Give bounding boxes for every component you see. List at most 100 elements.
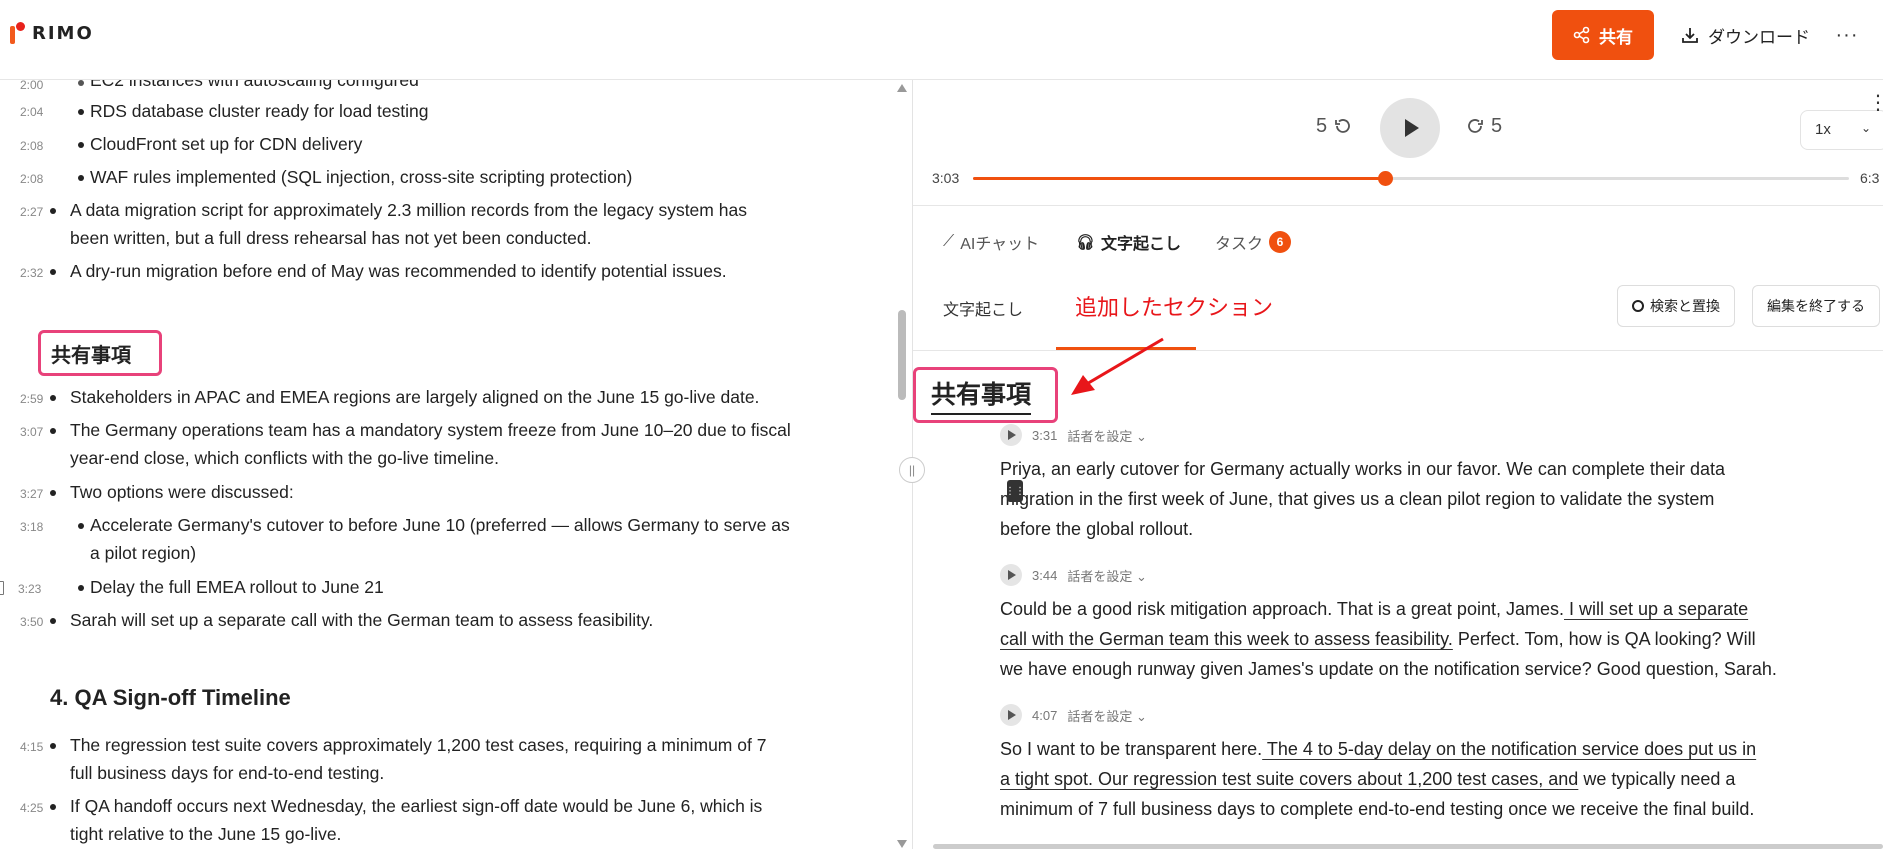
segment-line: migration in the first week of June, tha… xyxy=(1000,489,1715,509)
list-item[interactable]: The regression test suite covers approxi… xyxy=(70,732,766,759)
timestamp[interactable]: 4:25 xyxy=(20,801,43,815)
segment-text-run: we typically need a xyxy=(1578,769,1736,789)
speed-value: 1x xyxy=(1815,121,1831,138)
trash-icon[interactable] xyxy=(0,581,4,595)
scroll-up-icon[interactable] xyxy=(897,84,907,92)
logo-text: RIMO xyxy=(32,22,94,44)
segment-header: 3:44 話者を設定 ⌄ xyxy=(1000,563,1147,587)
tab-bar: ⟋ AIチャット 🎧︎ 文字起こし タスク 6 xyxy=(913,205,1883,351)
tasks-count-badge: 6 xyxy=(1269,231,1292,253)
list-item-continued[interactable]: tight relative to the June 15 go-live. xyxy=(70,821,341,848)
skip-forward-button[interactable]: 5 xyxy=(1465,115,1502,138)
bullet xyxy=(78,175,84,181)
forward-icon xyxy=(1468,118,1483,133)
list-item[interactable]: Accelerate Germany's cutover to before J… xyxy=(90,512,790,539)
share-button[interactable]: 共有 xyxy=(1552,10,1654,60)
timestamp[interactable]: 2:32 xyxy=(20,266,43,280)
transcript-section-heading[interactable]: 共有事項 xyxy=(931,375,1032,415)
segment-header: 3:31 話者を設定 ⌄ xyxy=(1000,423,1147,447)
finish-edit-label: 編集を終了する xyxy=(1767,298,1865,314)
timestamp[interactable]: 3:23 xyxy=(18,582,41,596)
tab-transcript-label: 文字起こし xyxy=(1101,236,1182,253)
list-item[interactable]: A data migration script for approximatel… xyxy=(70,197,747,224)
segment-play-button[interactable] xyxy=(1000,424,1022,446)
segment-play-button[interactable] xyxy=(1000,564,1022,586)
tab-ai-chat[interactable]: ⟋ AIチャット xyxy=(943,230,1039,254)
list-item-continued[interactable]: year-end close, which conflicts with the… xyxy=(70,445,499,472)
finish-edit-button[interactable]: 編集を終了する xyxy=(1752,285,1880,327)
segment-text[interactable]: Priya, an early cutover for Germany actu… xyxy=(1000,454,1800,544)
skip-back-button[interactable]: 5 xyxy=(1316,115,1353,138)
download-icon xyxy=(1682,28,1698,43)
bullet xyxy=(50,490,56,496)
timestamp[interactable]: 3:07 xyxy=(20,425,43,439)
vertical-more-icon[interactable]: ⋮ xyxy=(1868,90,1883,115)
annotation-arrow xyxy=(1071,337,1164,395)
list-item[interactable]: Two options were discussed: xyxy=(70,479,294,506)
progress-track[interactable] xyxy=(973,171,1849,186)
timestamp[interactable]: 2:59 xyxy=(20,392,43,406)
list-item[interactable]: CloudFront set up for CDN delivery xyxy=(90,131,362,158)
segment-line: minimum of 7 full business days to compl… xyxy=(1000,799,1755,819)
list-item[interactable]: If QA handoff occurs next Wednesday, the… xyxy=(70,793,762,820)
current-time: 3:03 xyxy=(932,170,960,186)
search-replace-button[interactable]: 検索と置換 xyxy=(1617,285,1735,327)
segment-time[interactable]: 3:44 xyxy=(1032,568,1057,583)
speaker-select[interactable]: 話者を設定 ⌄ xyxy=(1067,566,1147,585)
play-icon xyxy=(1008,570,1016,580)
player-controls: 5 5 xyxy=(913,98,1883,158)
speaker-label: 話者を設定 xyxy=(1067,568,1133,584)
play-icon xyxy=(1008,430,1016,440)
segment-text[interactable]: Could be a good risk mitigation approach… xyxy=(1000,594,1800,684)
more-options-button[interactable]: ··· xyxy=(1832,20,1862,50)
timestamp[interactable]: 3:27 xyxy=(20,487,43,501)
horizontal-scrollbar[interactable] xyxy=(933,844,1883,849)
list-item-continued[interactable]: a pilot region) xyxy=(90,540,196,567)
list-item[interactable]: WAF rules implemented (SQL injection, cr… xyxy=(90,164,632,191)
scroll-thumb[interactable] xyxy=(898,310,906,400)
bullet xyxy=(78,585,84,591)
timestamp[interactable]: 2:00 xyxy=(20,80,43,92)
list-item[interactable]: A dry-run migration before end of May wa… xyxy=(70,258,727,285)
segment-time[interactable]: 4:07 xyxy=(1032,708,1057,723)
speaker-select[interactable]: 話者を設定 ⌄ xyxy=(1067,706,1147,725)
search-replace-label: 検索と置換 xyxy=(1650,298,1720,314)
timestamp[interactable]: 2:04 xyxy=(20,105,43,119)
list-item-continued[interactable]: been written, but a full dress rehearsal… xyxy=(70,225,591,252)
speaker-select[interactable]: 話者を設定 ⌄ xyxy=(1067,426,1147,445)
segment-text[interactable]: So I want to be transparent here. The 4 … xyxy=(1000,734,1800,824)
list-item[interactable]: RDS database cluster ready for load test… xyxy=(90,98,429,125)
timestamp[interactable]: 2:27 xyxy=(20,205,43,219)
play-button[interactable] xyxy=(1380,98,1440,158)
skip-back-seconds: 5 xyxy=(1316,115,1328,137)
download-button[interactable]: ダウンロード xyxy=(1680,14,1810,56)
rimo-logo[interactable]: RIMO xyxy=(10,22,94,44)
transcript-panel: 5 5 1x ⌄ ⋮ 3:03 6:3 ⟋ AIチャット 🎧︎ 文字起こし タス xyxy=(913,80,1883,849)
list-item[interactable]: Stakeholders in APAC and EMEA regions ar… xyxy=(70,384,759,411)
scroll-down-icon[interactable] xyxy=(897,840,907,848)
rewind-icon xyxy=(1335,118,1351,133)
list-item[interactable]: Delay the full EMEA rollout to June 21 xyxy=(90,574,384,601)
timestamp[interactable]: 3:18 xyxy=(20,520,43,534)
chevron-down-icon: ⌄ xyxy=(1861,121,1872,135)
timestamp[interactable]: 2:08 xyxy=(20,172,43,186)
tab-tasks[interactable]: タスク 6 xyxy=(1215,230,1292,254)
bullet xyxy=(50,743,56,749)
list-item[interactable]: EC2 instances with autoscaling configure… xyxy=(90,80,419,94)
tab-transcript[interactable]: 🎧︎ 文字起こし xyxy=(1076,230,1181,254)
timestamp[interactable]: 3:50 xyxy=(20,615,43,629)
progress-knob[interactable] xyxy=(1377,171,1393,186)
list-item-continued[interactable]: full business days for end-to-end testin… xyxy=(70,760,384,787)
timestamp[interactable]: 2:08 xyxy=(20,139,43,153)
segment-play-button[interactable] xyxy=(1000,704,1022,726)
playback-speed-select[interactable]: 1x ⌄ xyxy=(1800,110,1883,150)
tab-top-border xyxy=(913,205,1883,206)
list-item[interactable]: Sarah will set up a separate call with t… xyxy=(70,607,653,634)
search-icon xyxy=(1632,300,1644,312)
list-item[interactable]: The Germany operations team has a mandat… xyxy=(70,417,791,444)
download-label: ダウンロード xyxy=(1708,27,1810,47)
timestamp[interactable]: 4:15 xyxy=(20,740,43,754)
segment-time[interactable]: 3:31 xyxy=(1032,428,1057,443)
drag-handle-icon[interactable]: ⋮⋮ xyxy=(1005,480,1025,502)
shared-items-heading[interactable]: 共有事項 xyxy=(38,330,162,376)
